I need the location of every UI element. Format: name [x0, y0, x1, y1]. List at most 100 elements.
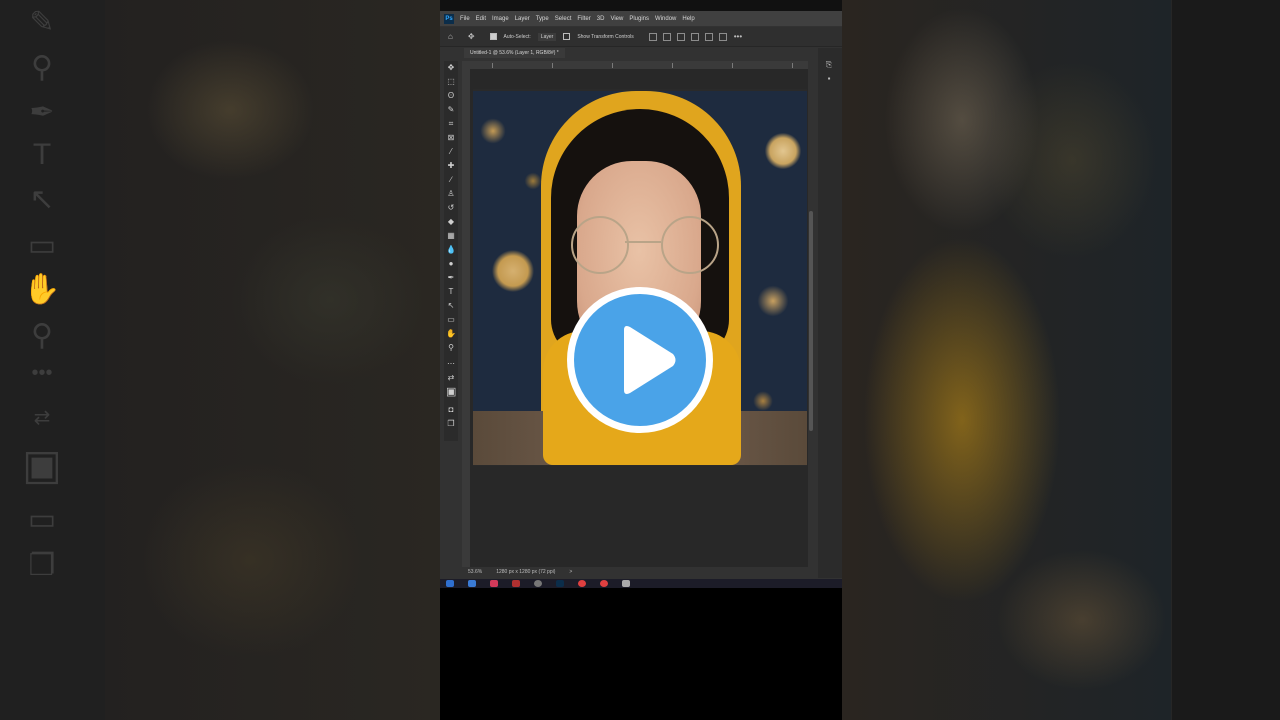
menu-bar: Ps File Edit Image Layer Type Select Fil… [440, 11, 842, 26]
blur-tool-icon[interactable]: 💧 [446, 245, 456, 255]
ruler-tick [612, 63, 613, 68]
vertical-scrollbar[interactable] [809, 211, 813, 431]
taskbar-app-icon[interactable] [578, 580, 586, 587]
crop-tool-icon[interactable]: ⌗ [446, 119, 456, 129]
ghost-select-icon: ↖ [29, 183, 55, 216]
quick-mask-icon[interactable]: ◘ [446, 405, 456, 415]
history-brush-icon[interactable]: ↺ [446, 203, 456, 213]
pen-tool-icon[interactable]: ✒ [446, 273, 456, 283]
background-left-blur: ✎ ⚲ ✒ T ↖ ▭ ✋ ⚲ ••• ⇄ ▣ ▭ ❐ [0, 0, 440, 720]
align-middle-icon[interactable] [704, 32, 713, 41]
frame-tool-icon[interactable]: ⊠ [446, 133, 456, 143]
menu-window[interactable]: Window [655, 16, 676, 22]
play-button[interactable] [567, 287, 713, 433]
menu-plugins[interactable]: Plugins [629, 16, 649, 22]
dodge-tool-icon[interactable]: ● [446, 259, 456, 269]
right-panel-dock: ⎘ ▪ [818, 48, 842, 578]
move-icon[interactable]: ✥ [468, 32, 475, 41]
brush-tool-icon[interactable]: ∕ [446, 175, 456, 185]
menu-3d[interactable]: 3D [597, 16, 605, 22]
align-bottom-icon[interactable] [718, 32, 727, 41]
menu-image[interactable]: Image [492, 16, 509, 22]
clone-stamp-icon[interactable]: ♙ [446, 189, 456, 199]
menu-file[interactable]: File [460, 16, 470, 22]
eraser-icon[interactable]: ◆ [446, 217, 456, 227]
hand-tool-icon[interactable]: ✋ [446, 329, 456, 339]
align-buttons [648, 32, 727, 41]
comments-panel-icon[interactable]: ▪ [824, 74, 834, 84]
layer-select-dropdown[interactable]: Layer [537, 32, 557, 41]
transform-controls-label: Show Transform Controls [577, 33, 634, 40]
align-top-icon[interactable] [690, 32, 699, 41]
options-bar: ⌂ ✥ Auto-Select: Layer Show Transform Co… [440, 27, 842, 47]
zoom-tool-icon[interactable]: ⚲ [446, 343, 456, 353]
menu-view[interactable]: View [610, 16, 623, 22]
marquee-tool-icon[interactable]: ⬚ [446, 77, 456, 87]
lasso-tool-icon[interactable]: ʘ [446, 91, 456, 101]
healing-brush-icon[interactable]: ✚ [446, 161, 456, 171]
ghost-color-icon: ▣ [22, 441, 62, 488]
menu-edit[interactable]: Edit [476, 16, 486, 22]
tools-panel: ✥ ⬚ ʘ ✎ ⌗ ⊠ ⁄ ✚ ∕ ♙ ↺ ◆ ▦ 💧 ● ✒ T ↖ ▭ ✋ … [444, 61, 458, 441]
ruler-tick [672, 63, 673, 68]
menu-select[interactable]: Select [555, 16, 572, 22]
taskbar-app-icon[interactable] [512, 580, 520, 587]
align-left-icon[interactable] [648, 32, 657, 41]
menu-help[interactable]: Help [682, 16, 694, 22]
document-size: 1280 px x 1280 px (72 ppi) [496, 569, 556, 575]
ghost-pen-icon: ✒ [29, 96, 55, 129]
rectangle-tool-icon[interactable]: ▭ [446, 315, 456, 325]
ruler-tick [552, 63, 553, 68]
swap-colors-icon[interactable]: ⇄ [446, 373, 456, 383]
gradient-icon[interactable]: ▦ [446, 231, 456, 241]
taskbar-settings-icon[interactable] [622, 580, 630, 587]
document-tab[interactable]: Untitled-1 @ 53.6% (Layer 1, RGB/8#) * [464, 48, 565, 58]
ghost-brush-icon: ⚲ [31, 51, 53, 84]
ghost-screen-icon: ❐ [28, 549, 56, 582]
align-right-icon[interactable] [676, 32, 685, 41]
taskbar-app-icon[interactable] [534, 580, 542, 587]
ruler-tick [732, 63, 733, 68]
ruler-vertical [462, 69, 470, 569]
menu-type[interactable]: Type [536, 16, 549, 22]
auto-select-label: Auto-Select: [503, 33, 531, 40]
ruler-tick [792, 63, 793, 68]
photo-glasses-right [661, 216, 719, 274]
move-tool-icon[interactable]: ✥ [446, 63, 456, 73]
letterbox-black [440, 588, 842, 720]
screen-mode-icon[interactable]: ❐ [446, 419, 456, 429]
status-arrow[interactable]: > [569, 569, 572, 575]
start-icon[interactable] [446, 580, 454, 587]
auto-select-checkbox[interactable] [489, 33, 497, 40]
taskbar-photoshop-icon[interactable] [556, 580, 564, 587]
windows-taskbar [440, 579, 842, 588]
history-panel-icon[interactable]: ⎘ [824, 60, 834, 70]
quick-select-icon[interactable]: ✎ [446, 105, 456, 115]
menu-layer[interactable]: Layer [515, 16, 530, 22]
transform-controls-checkbox[interactable] [563, 33, 571, 40]
more-tools-icon[interactable]: ⋯ [446, 359, 456, 369]
ghost-zoom-icon: ⚲ [31, 319, 53, 352]
photo-glasses-left [571, 216, 629, 274]
path-select-icon[interactable]: ↖ [446, 301, 456, 311]
eyedropper-icon[interactable]: ⁄ [446, 147, 456, 157]
ellipsis-icon[interactable]: ••• [734, 32, 742, 41]
taskbar-app-icon[interactable] [468, 580, 476, 587]
menu-filter[interactable]: Filter [577, 16, 590, 22]
taskbar-app-icon[interactable] [600, 580, 608, 587]
ghost-type-icon: T [32, 138, 52, 171]
play-icon [624, 326, 676, 394]
ghost-rect-icon: ▭ [27, 229, 57, 262]
zoom-level[interactable]: 53.6% [468, 569, 482, 575]
color-swatches-icon[interactable]: ▣ [446, 387, 456, 398]
ghost-mask-icon: ▭ [27, 503, 57, 536]
taskbar-app-icon[interactable] [490, 580, 498, 587]
photo-glasses-bridge [625, 241, 661, 243]
home-icon[interactable]: ⌂ [448, 32, 453, 41]
type-tool-icon[interactable]: T [446, 287, 456, 297]
ruler-tick [492, 63, 493, 68]
ghost-hand-icon: ✋ [23, 273, 61, 306]
ghost-lasso-icon: ✎ [29, 6, 55, 39]
ghost-swap-icon: ⇄ [33, 407, 51, 429]
align-center-icon[interactable] [662, 32, 671, 41]
